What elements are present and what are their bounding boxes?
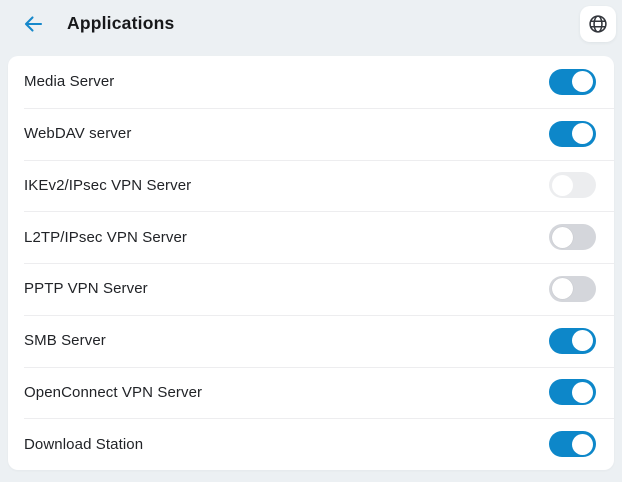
toggle-knob xyxy=(552,226,573,248)
toggle-knob xyxy=(572,71,593,93)
toggle-knob xyxy=(572,330,593,352)
app-label: PPTP VPN Server xyxy=(24,280,148,298)
smb-server-toggle[interactable] xyxy=(549,327,596,354)
ikev2-ipsec-vpn-toggle[interactable] xyxy=(549,172,596,199)
back-button[interactable] xyxy=(20,11,46,37)
toggle-knob xyxy=(552,174,573,196)
back-arrow-icon xyxy=(21,12,45,36)
app-label: OpenConnect VPN Server xyxy=(24,383,203,401)
list-item-openconnect-vpn-server: OpenConnect VPN Server xyxy=(8,366,614,419)
app-label: IKEv2/IPsec VPN Server xyxy=(24,176,192,194)
list-item-smb-server: SMB Server xyxy=(8,314,614,367)
toggle-knob xyxy=(572,123,593,145)
download-station-toggle[interactable] xyxy=(549,431,596,458)
app-label: WebDAV server xyxy=(24,125,132,143)
webdav-server-toggle[interactable] xyxy=(549,120,596,147)
media-server-toggle[interactable] xyxy=(549,68,596,95)
list-item-download-station: Download Station xyxy=(8,418,614,470)
app-label: L2TP/IPsec VPN Server xyxy=(24,228,187,246)
globe-icon xyxy=(587,13,609,35)
toggle-knob xyxy=(552,278,573,300)
applications-list: Media Server WebDAV server IKEv2/IPsec V… xyxy=(8,56,614,470)
app-label: SMB Server xyxy=(24,332,106,350)
page-title: Applications xyxy=(67,13,175,33)
header: Applications xyxy=(0,0,622,47)
pptp-vpn-toggle[interactable] xyxy=(549,275,596,302)
list-item-media-server: Media Server xyxy=(8,56,614,108)
list-item-pptp-vpn-server: PPTP VPN Server xyxy=(8,263,614,315)
language-button[interactable] xyxy=(580,5,616,42)
app-label: Media Server xyxy=(24,73,115,91)
list-item-l2tp-ipsec-vpn-server: L2TP/IPsec VPN Server xyxy=(8,211,614,263)
toggle-knob xyxy=(572,381,593,403)
toggle-knob xyxy=(572,433,593,455)
list-item-ikev2-ipsec-vpn-server: IKEv2/IPsec VPN Server xyxy=(8,159,614,212)
openconnect-vpn-toggle[interactable] xyxy=(549,379,596,406)
l2tp-ipsec-vpn-toggle[interactable] xyxy=(549,224,596,251)
app-label: Download Station xyxy=(24,435,144,453)
list-item-webdav-server: WebDAV server xyxy=(8,107,614,160)
